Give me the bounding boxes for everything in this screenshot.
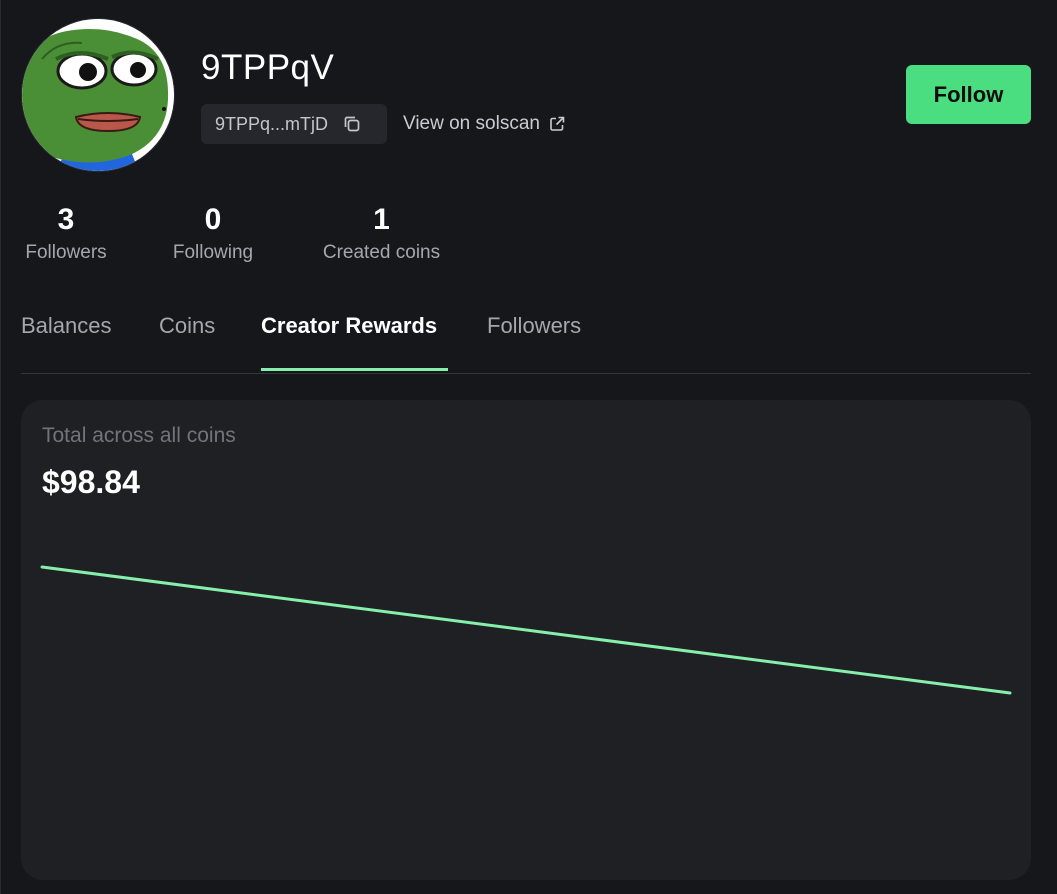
stat-created-coins-value: 1 — [373, 203, 390, 236]
wallet-address-chip[interactable]: 9TPPq...mTjD — [201, 104, 387, 144]
profile-username: 9TPPqV — [201, 48, 335, 87]
stat-created-coins-label: Created coins — [322, 242, 441, 263]
tab-followers[interactable]: Followers — [487, 311, 581, 341]
pepe-avatar-image — [22, 19, 174, 171]
follow-button[interactable]: Follow — [906, 65, 1031, 124]
active-tab-indicator — [261, 368, 448, 371]
stat-followers-value: 3 — [57, 203, 75, 236]
rewards-line-chart — [40, 565, 1012, 695]
tab-coins[interactable]: Coins — [159, 311, 215, 341]
avatar — [21, 18, 175, 172]
solscan-link[interactable]: View on solscan — [403, 112, 566, 136]
stat-created-coins[interactable]: 1 Created coins — [315, 202, 448, 266]
profile-tabs: Balances Coins Creator Rewards Followers — [21, 311, 1031, 374]
copy-icon[interactable] — [342, 114, 362, 134]
creator-rewards-card: Total across all coins $98.84 — [21, 400, 1031, 880]
stat-followers[interactable]: 3 Followers — [21, 202, 111, 266]
stat-following-value: 0 — [204, 203, 222, 236]
external-link-icon — [550, 116, 565, 131]
stat-following-label: Following — [172, 242, 254, 263]
rewards-series-line — [40, 565, 1012, 695]
wallet-address-text: 9TPPq...mTjD — [215, 113, 329, 134]
stat-following[interactable]: 0 Following — [168, 202, 258, 266]
solscan-link-label: View on solscan — [403, 113, 540, 134]
left-divider — [0, 0, 1, 894]
stat-followers-label: Followers — [25, 242, 107, 263]
tab-balances[interactable]: Balances — [21, 311, 112, 341]
tab-creator-rewards[interactable]: Creator Rewards — [261, 311, 437, 341]
